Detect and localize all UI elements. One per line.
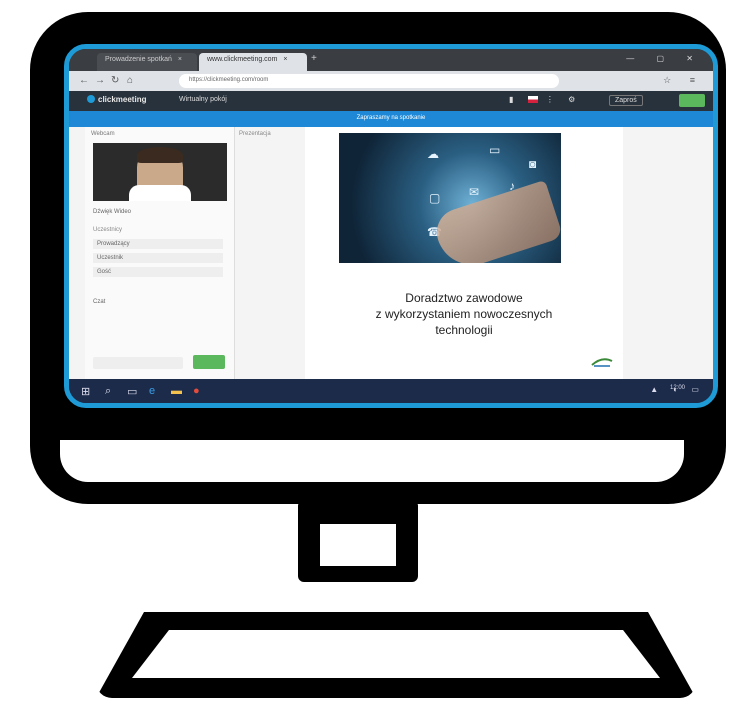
left-panel: Webcam Dźwięk Wideo Uczestnicy Prowadząc… [85,127,235,379]
app-header: clickmeeting Wirtualny pokój ▮ ⋮ ⚙ Zapro… [69,91,713,111]
monitor-chin [60,440,684,482]
slide-logo [591,358,613,367]
logo-icon [87,95,95,103]
back-icon[interactable]: ← [79,75,89,86]
new-tab-icon[interactable]: + [311,53,317,64]
close-icon[interactable]: × [283,56,287,63]
close-icon[interactable]: × [178,56,182,63]
tab-label: www.clickmeeting.com [207,56,278,63]
app-logo: clickmeeting [87,95,146,104]
folder-icon[interactable]: ▬ [171,385,182,397]
window-controls[interactable]: — ▢ ✕ [626,54,703,63]
browser-tab-active[interactable]: www.clickmeeting.com × [199,53,307,71]
hand-image [430,179,561,263]
system-tray[interactable]: ▲ ◖ ▭ [650,385,705,394]
header-tools[interactable]: ▮ ⋮ ⚙ [509,95,581,104]
chat-label: Czat [93,299,106,305]
invite-button[interactable]: Zaproś [609,95,643,106]
presenter-shirt [129,185,191,201]
monitor-base-cutout [132,630,660,678]
logo-text: clickmeeting [98,95,147,104]
slide-photo: ☁ ▭ ◙ ▢ ✉ ♪ ☎ [339,133,561,263]
task-view-icon[interactable]: ▭ [127,385,137,398]
chat-input[interactable] [93,357,183,369]
browser-tab[interactable]: Prowadzenie spotkań × [97,53,197,71]
chat-icon: ▢ [429,191,441,205]
document-icon: ▭ [489,143,501,157]
presenter-hair [137,147,183,163]
home-icon[interactable]: ⌂ [127,75,133,86]
search-icon[interactable]: ⌕ [105,385,111,398]
list-item[interactable]: Gość [93,267,223,277]
attendees-label: Uczestnicy [93,227,123,233]
screen: Prowadzenie spotkań × www.clickmeeting.c… [64,44,718,408]
camera-controls[interactable]: Dźwięk Wideo [93,209,131,215]
forward-icon[interactable]: → [95,75,105,86]
flag-icon[interactable] [527,96,538,103]
slide-title-line: technologii [435,323,493,337]
panel-title: Webcam [91,131,115,137]
slide-title-line: z wykorzystaniem nowoczesnych [375,307,553,321]
taskbar: ⊞ ⌕ ▭ e ▬ ● 12:00 ▲ ◖ ▭ [69,379,713,403]
list-item[interactable]: Uczestnik [93,253,223,263]
address-row: ← → ↻ ⌂ https://clickmeeting.com/room ☆ … [69,71,713,91]
start-icon[interactable]: ⊞ [81,385,90,398]
presentation-slide: ☁ ▭ ◙ ▢ ✉ ♪ ☎ Doradztwo zawodowe z wykor… [305,127,623,379]
room-name: Wirtualny pokój [179,96,227,103]
reload-icon[interactable]: ↻ [111,75,119,86]
list-item[interactable]: Prowadzący [93,239,223,249]
files-label: Prezentacja [239,131,271,137]
browser-toolbar-icons[interactable]: ☆ ≡ [663,75,703,86]
cloud-icon: ☁ [427,147,439,161]
tab-label: Prowadzenie spotkań [105,56,172,63]
browser-tab-strip: Prowadzenie spotkań × www.clickmeeting.c… [69,49,713,71]
monitor-neck-cutout [320,524,396,566]
right-panel [623,127,713,379]
camera-icon: ◙ [529,157,537,171]
edge-icon[interactable]: e [149,385,155,397]
notice-banner: Zapraszamy na spotkanie [69,111,713,127]
mail-icon: ✉ [469,185,480,199]
webcam-video[interactable] [93,143,227,201]
chat-send-button[interactable] [193,355,225,369]
slide-title-line: Doradztwo zawodowe [405,291,523,305]
firefox-icon[interactable]: ● [193,385,200,397]
address-input[interactable]: https://clickmeeting.com/room [179,74,559,88]
start-button[interactable] [679,94,705,107]
meeting-content: Webcam Dźwięk Wideo Uczestnicy Prowadząc… [69,127,713,379]
